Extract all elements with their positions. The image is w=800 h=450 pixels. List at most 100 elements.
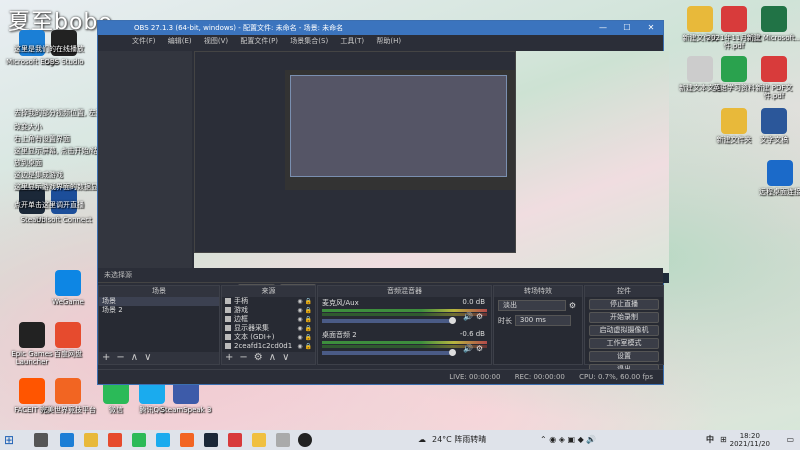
overlay-notice: 这边是集成游戏	[14, 171, 63, 179]
scene-item[interactable]: 场景 2	[99, 306, 219, 315]
source-type-icon	[225, 334, 231, 340]
source-item[interactable]: 手柄 ◉ 🔒	[222, 297, 315, 306]
app-icon[interactable]	[276, 433, 290, 447]
maximize-icon[interactable]: ☐	[615, 21, 639, 35]
mixer-channel: 麦克风/Aux 0.0 dB 🔊 ⚙	[318, 297, 491, 329]
qq-icon[interactable]	[156, 433, 170, 447]
source-item[interactable]: 显示器采集 ◉ 🔒	[222, 324, 315, 333]
app-icon[interactable]	[252, 433, 266, 447]
desktop-icon-label: Ubisoft Connect	[36, 216, 92, 224]
volume-meter	[322, 309, 487, 312]
app-icon	[55, 270, 81, 296]
overlay-notice: 这里是我们的在线播放	[14, 45, 84, 53]
transition-select[interactable]: 淡出	[498, 300, 566, 311]
source-item[interactable]: 文本 (GDI+) ◉ 🔒	[222, 333, 315, 342]
menu-tools[interactable]: 工具(T)	[340, 37, 364, 45]
menu-file[interactable]: 文件(F)	[132, 37, 156, 45]
scenes-header: 场景	[99, 286, 219, 297]
taskbar: ⊞ ☁ 24°C 阵雨转晴 ⌃ ◉ ◈ ▣ ◆ 🔊 中 ⊞ 18:20 2021…	[0, 430, 800, 450]
settings-button[interactable]: 设置	[589, 351, 659, 362]
minimize-icon[interactable]: —	[591, 21, 615, 35]
desktop-icon-label: OBS Studio	[44, 58, 84, 66]
wechat-icon[interactable]	[132, 433, 146, 447]
add-icon[interactable]: +	[225, 352, 233, 363]
source-item[interactable]: 边框 ◉ 🔒	[222, 315, 315, 324]
volume-slider[interactable]	[322, 349, 456, 356]
edge-icon[interactable]	[60, 433, 74, 447]
right-desktop-icon[interactable]: 新建 PDF文件.pdf	[746, 56, 800, 100]
visibility-lock-icon[interactable]: ◉ 🔒	[297, 297, 312, 306]
mixer-controls[interactable]: 🔊 ⚙	[463, 344, 483, 353]
ime-indicator[interactable]: 中	[706, 430, 714, 450]
transitions-header: 转场特效	[494, 286, 582, 297]
stop-streaming-button[interactable]: 停止直播	[589, 299, 659, 310]
right-desktop-icon[interactable]: 远程桌面连接	[752, 160, 800, 196]
volume-slider[interactable]	[322, 317, 456, 324]
close-icon[interactable]: ✕	[639, 21, 663, 35]
source-item[interactable]: 游戏 ◉ 🔒	[222, 306, 315, 315]
studio-mode-button[interactable]: 工作室模式	[589, 338, 659, 349]
windows-start-icon[interactable]: ⊞	[4, 433, 18, 447]
baidu-icon[interactable]	[108, 433, 122, 447]
obs-taskbar-icon[interactable]	[298, 433, 312, 447]
up-icon[interactable]: ∧	[131, 352, 138, 363]
remove-icon[interactable]: −	[116, 352, 124, 363]
overlay-notice: 右上角有设置界面	[14, 135, 70, 143]
steam-icon[interactable]	[204, 433, 218, 447]
tray-icons[interactable]: ⌃ ◉ ◈ ▣ ◆ 🔊	[540, 430, 596, 450]
app-icon	[761, 108, 787, 134]
mixer-channel: 桌面音频 2 -0.6 dB 🔊 ⚙	[318, 329, 491, 361]
menu-help[interactable]: 帮助(H)	[376, 37, 401, 45]
channel-db: -0.6 dB	[459, 330, 485, 338]
speaker-icon: 🔊	[463, 344, 474, 353]
right-desktop-icon[interactable]: 文字文稿	[746, 108, 800, 144]
source-label: 2ceafd1c2cd0d1	[234, 342, 293, 350]
taskview-icon[interactable]	[34, 433, 48, 447]
menu-edit[interactable]: 编辑(E)	[168, 37, 192, 45]
add-icon[interactable]: +	[102, 352, 110, 363]
file-explorer-icon[interactable]	[84, 433, 98, 447]
desktop-icon-label: 百度网盘	[54, 350, 82, 358]
visibility-lock-icon[interactable]: ◉ 🔒	[297, 315, 312, 324]
menu-view[interactable]: 视图(V)	[204, 37, 228, 45]
source-label: 显示器采集	[234, 324, 269, 332]
desktop-icon-label: 文字文稿	[760, 136, 788, 144]
window-title: OBS 27.1.3 (64-bit, windows) - 配置文件: 未命名…	[134, 24, 344, 32]
right-desktop-icon[interactable]: 新建 Microsoft...	[746, 6, 800, 42]
obs-titlebar[interactable]: OBS 27.1.3 (64-bit, windows) - 配置文件: 未命名…	[98, 21, 663, 35]
left-desktop-icon[interactable]: WeGame	[40, 270, 96, 306]
duration-input[interactable]: 300 ms	[514, 315, 571, 326]
menu-profile[interactable]: 配置文件(P)	[240, 37, 278, 45]
weather-icon[interactable]: ☁	[418, 430, 426, 450]
visibility-lock-icon[interactable]: ◉ 🔒	[297, 333, 312, 342]
gear-icon[interactable]: ⚙	[569, 301, 576, 310]
source-item[interactable]: 2ceafd1c2cd0d1 ◉ 🔒	[222, 342, 315, 351]
scene-item[interactable]: 场景	[99, 297, 219, 306]
up-icon[interactable]: ∧	[269, 352, 276, 363]
notification-icon[interactable]: ▭	[786, 430, 794, 450]
gear-icon[interactable]: ⚙	[254, 352, 263, 363]
app-icon[interactable]	[228, 433, 242, 447]
remove-icon[interactable]: −	[239, 352, 247, 363]
visibility-lock-icon[interactable]: ◉ 🔒	[297, 324, 312, 333]
left-desktop-icon[interactable]: 百度网盘	[40, 322, 96, 358]
visibility-lock-icon[interactable]: ◉ 🔒	[297, 342, 312, 351]
overlay-notice: 放到桌面	[14, 159, 42, 167]
mixer-header: 音频混音器	[318, 286, 491, 297]
mixer-controls[interactable]: 🔊 ⚙	[463, 312, 483, 321]
menu-scene-collection[interactable]: 场景集合(S)	[290, 37, 328, 45]
visibility-lock-icon[interactable]: ◉ 🔒	[297, 306, 312, 315]
controls-dock: 控件 停止直播 开始录制 启动虚拟摄像机 工作室模式 设置 退出	[584, 285, 664, 375]
app-icon	[721, 108, 747, 134]
perfect-world-icon[interactable]	[180, 433, 194, 447]
down-icon[interactable]: ∨	[144, 352, 151, 363]
app-icon	[761, 6, 787, 32]
down-icon[interactable]: ∨	[282, 352, 289, 363]
weather-text[interactable]: 24°C 阵雨转晴	[432, 430, 486, 450]
start-recording-button[interactable]: 开始录制	[589, 312, 659, 323]
obs-window[interactable]: OBS 27.1.3 (64-bit, windows) - 配置文件: 未命名…	[97, 20, 669, 385]
virtual-camera-button[interactable]: 启动虚拟摄像机	[589, 325, 659, 336]
preview-canvas[interactable]	[194, 51, 669, 283]
ime-mode-icon[interactable]: ⊞	[720, 430, 727, 450]
clock[interactable]: 18:20 2021/11/20	[730, 432, 770, 448]
